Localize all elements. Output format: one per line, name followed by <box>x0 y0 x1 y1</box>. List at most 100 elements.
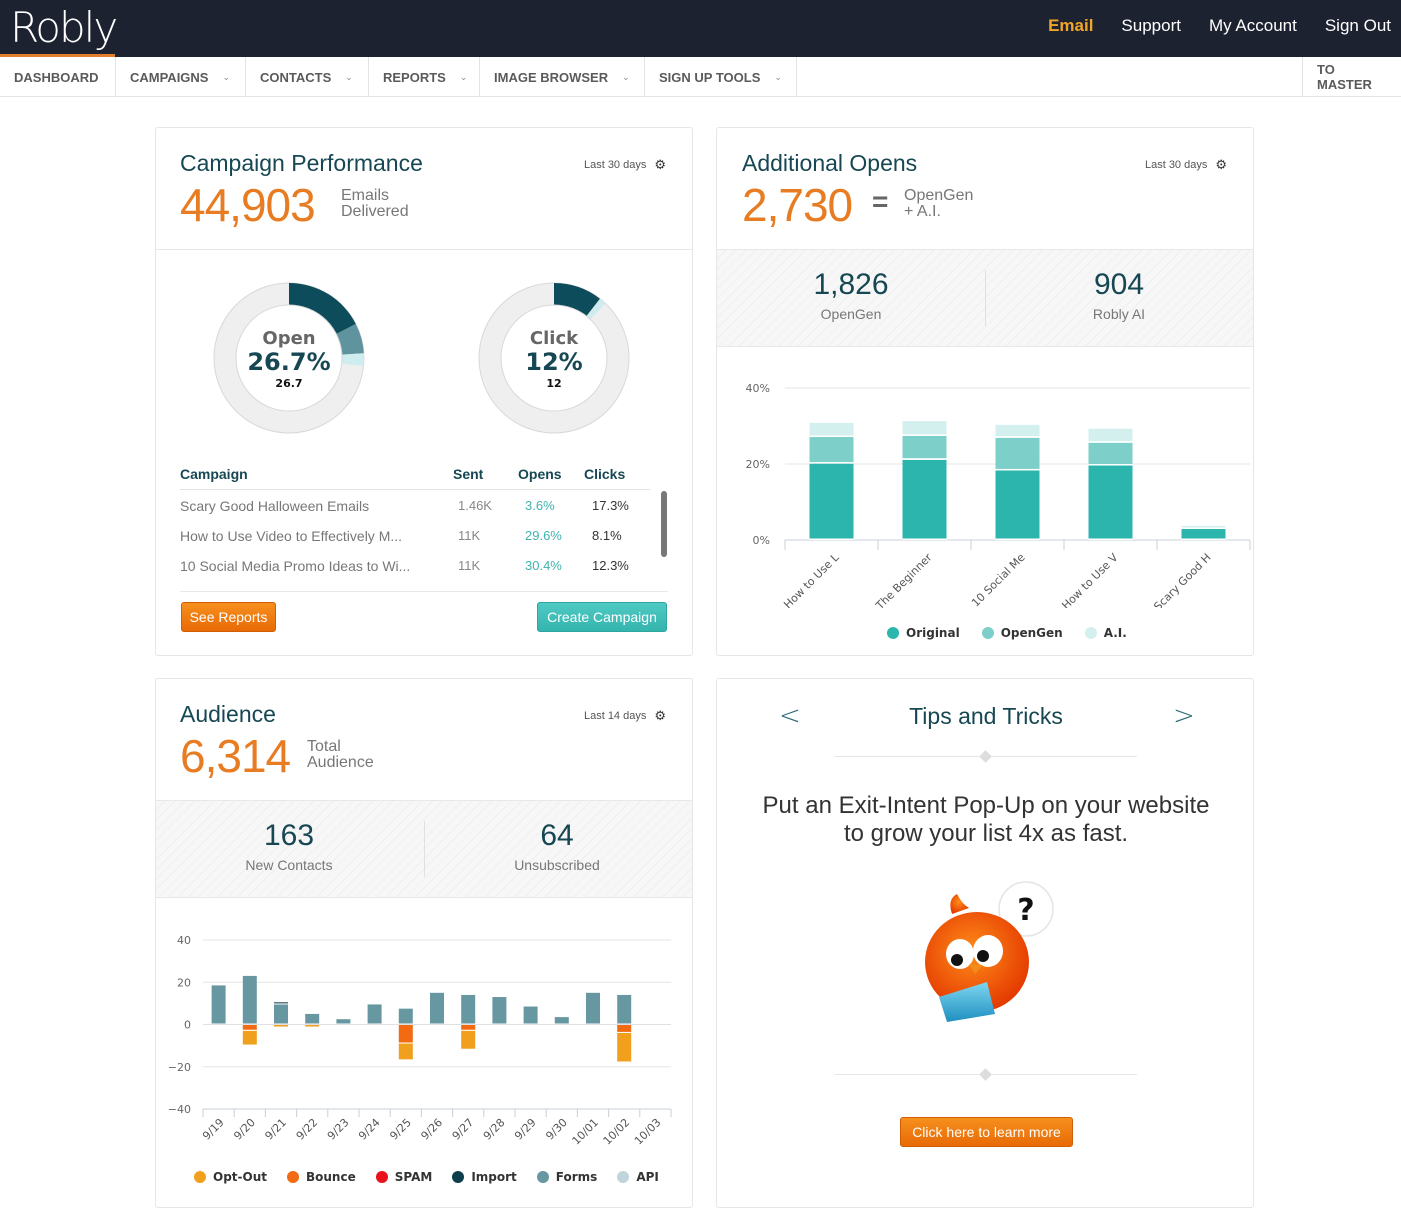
bar-opengen[interactable] <box>809 437 854 463</box>
col-header-sent[interactable]: Sent <box>453 466 483 482</box>
bar-forms[interactable] <box>242 975 257 1024</box>
robly-logo[interactable]: Robly <box>10 4 118 52</box>
nav-label: IMAGE BROWSER <box>494 69 609 85</box>
bar-gap <box>902 538 947 540</box>
table-scrollbar[interactable] <box>661 491 667 557</box>
bar-bounce[interactable] <box>242 1024 257 1030</box>
x-tick-label: Scary Good H <box>1151 551 1213 608</box>
col-header-clicks[interactable]: Clicks <box>584 466 625 482</box>
nav-dashboard[interactable]: DASHBOARD <box>0 57 116 97</box>
nav-to-master[interactable]: TO MASTER <box>1302 57 1401 97</box>
bar-a-i-[interactable] <box>995 424 1040 437</box>
bar-opt-out[interactable] <box>461 1030 476 1049</box>
bar-opengen[interactable] <box>1088 442 1133 465</box>
bar-forms[interactable] <box>430 992 444 1024</box>
y-tick-label: 0% <box>753 534 770 547</box>
campaign-name[interactable]: How to Use Video to Effectively M... <box>180 528 402 544</box>
legend-item-forms[interactable]: Forms <box>536 1170 598 1184</box>
bar-bounce[interactable] <box>617 1024 632 1032</box>
bar-original[interactable] <box>995 470 1040 539</box>
legend-item-api[interactable]: API <box>617 1170 659 1184</box>
table-row[interactable]: Scary Good Halloween Emails 1.46K 3.6% 1… <box>180 498 650 528</box>
x-tick-label: 9/30 <box>543 1116 570 1143</box>
nav-image-browser[interactable]: IMAGE BROWSER ⌄ <box>480 57 645 97</box>
bar-a-i-[interactable] <box>809 422 854 436</box>
legend-label: SPAM <box>394 1170 433 1184</box>
legend-label: Forms <box>555 1170 598 1184</box>
bar-forms[interactable] <box>367 1004 382 1024</box>
legend-item-bounce[interactable]: Bounce <box>287 1170 356 1184</box>
gear-icon[interactable]: ⚙ <box>654 708 666 724</box>
col-header-opens[interactable]: Opens <box>518 466 562 482</box>
legend-item-import[interactable]: Import <box>452 1170 517 1184</box>
bar-a-i-[interactable] <box>1181 525 1226 528</box>
bar-opt-out[interactable] <box>242 1030 257 1045</box>
bar-opt-out[interactable] <box>617 1032 632 1062</box>
x-tick-label: 9/21 <box>262 1116 289 1143</box>
legend-item-spam[interactable]: SPAM <box>375 1170 433 1184</box>
gear-icon[interactable]: ⚙ <box>1215 157 1227 173</box>
y-tick-label: 0 <box>184 1019 191 1032</box>
bar-opt-out[interactable] <box>398 1043 413 1060</box>
x-tick-label: 9/25 <box>387 1116 414 1143</box>
chevron-down-icon: ⌄ <box>622 71 630 82</box>
bar-gap <box>1088 464 1133 466</box>
nav-contacts[interactable]: CONTACTS ⌄ <box>246 57 369 97</box>
chevron-right-icon[interactable]: > <box>1173 701 1195 731</box>
y-tick-label: 20 <box>177 976 191 989</box>
bar-gap <box>809 462 854 464</box>
bar-forms[interactable] <box>492 997 507 1024</box>
bar-gap <box>809 538 854 540</box>
bar-forms[interactable] <box>586 992 600 1024</box>
bar-forms[interactable] <box>274 1004 288 1024</box>
bar-forms[interactable] <box>305 1013 320 1024</box>
campaign-name[interactable]: 10 Social Media Promo Ideas to Wi... <box>180 558 410 574</box>
bar-forms[interactable] <box>398 1008 413 1024</box>
legend-item-opt-out[interactable]: Opt-Out <box>194 1170 267 1184</box>
gear-icon[interactable]: ⚙ <box>654 157 666 173</box>
x-tick-label: 9/24 <box>356 1116 383 1143</box>
bar-original[interactable] <box>1088 465 1133 539</box>
bar-opengen[interactable] <box>995 437 1040 469</box>
bar-import[interactable] <box>274 1002 288 1004</box>
stat-robly-ai: 904 Robly AI <box>999 268 1239 322</box>
bar-forms[interactable] <box>554 1017 569 1024</box>
bar-original[interactable] <box>1181 528 1226 539</box>
bird-mascot-illustration: ? <box>925 881 1054 1022</box>
top-link-my-account[interactable]: My Account <box>1209 16 1297 36</box>
table-row[interactable]: 10 Social Media Promo Ideas to Wi... 11K… <box>180 558 650 588</box>
nav-reports[interactable]: REPORTS ⌄ <box>369 57 480 97</box>
legend-item-original[interactable]: Original <box>887 626 960 640</box>
bar-original[interactable] <box>809 463 854 539</box>
table-row[interactable]: How to Use Video to Effectively M... 11K… <box>180 528 650 558</box>
chevron-down-icon: ⌄ <box>774 71 782 82</box>
bar-bounce[interactable] <box>398 1024 413 1043</box>
stat-label: Unsubscribed <box>514 857 600 873</box>
learn-more-button[interactable]: Click here to learn more <box>900 1117 1073 1147</box>
bar-opengen[interactable] <box>902 435 947 459</box>
legend-item-opengen[interactable]: OpenGen <box>981 626 1063 640</box>
bar-a-i-[interactable] <box>1088 428 1133 442</box>
create-campaign-button[interactable]: Create Campaign <box>537 602 667 632</box>
bar-gap <box>461 1029 476 1031</box>
top-link-sign-out[interactable]: Sign Out <box>1325 16 1391 36</box>
top-link-support[interactable]: Support <box>1121 16 1181 36</box>
nav-sign-up-tools[interactable]: SIGN UP TOOLS ⌄ <box>645 57 797 97</box>
bar-original[interactable] <box>902 459 947 539</box>
top-link-email[interactable]: Email <box>1048 16 1093 36</box>
see-reports-button[interactable]: See Reports <box>181 602 276 632</box>
bar-bounce[interactable] <box>461 1024 476 1030</box>
legend-dot <box>452 1171 465 1183</box>
bar-forms[interactable] <box>523 1006 538 1024</box>
top-links: Email Support My Account Sign Out <box>1048 16 1391 36</box>
bar-a-i-[interactable] <box>902 421 947 435</box>
bar-forms[interactable] <box>336 1019 351 1024</box>
nav-campaigns[interactable]: CAMPAIGNS ⌄ <box>116 57 246 97</box>
bar-forms[interactable] <box>461 994 476 1024</box>
bar-forms[interactable] <box>617 994 632 1024</box>
col-header-campaign[interactable]: Campaign <box>180 466 248 482</box>
campaign-name[interactable]: Scary Good Halloween Emails <box>180 498 369 514</box>
additional-opens-label: OpenGen + A.I. <box>904 188 973 220</box>
bar-forms[interactable] <box>211 985 226 1024</box>
legend-item-ai[interactable]: A.I. <box>1084 626 1127 640</box>
